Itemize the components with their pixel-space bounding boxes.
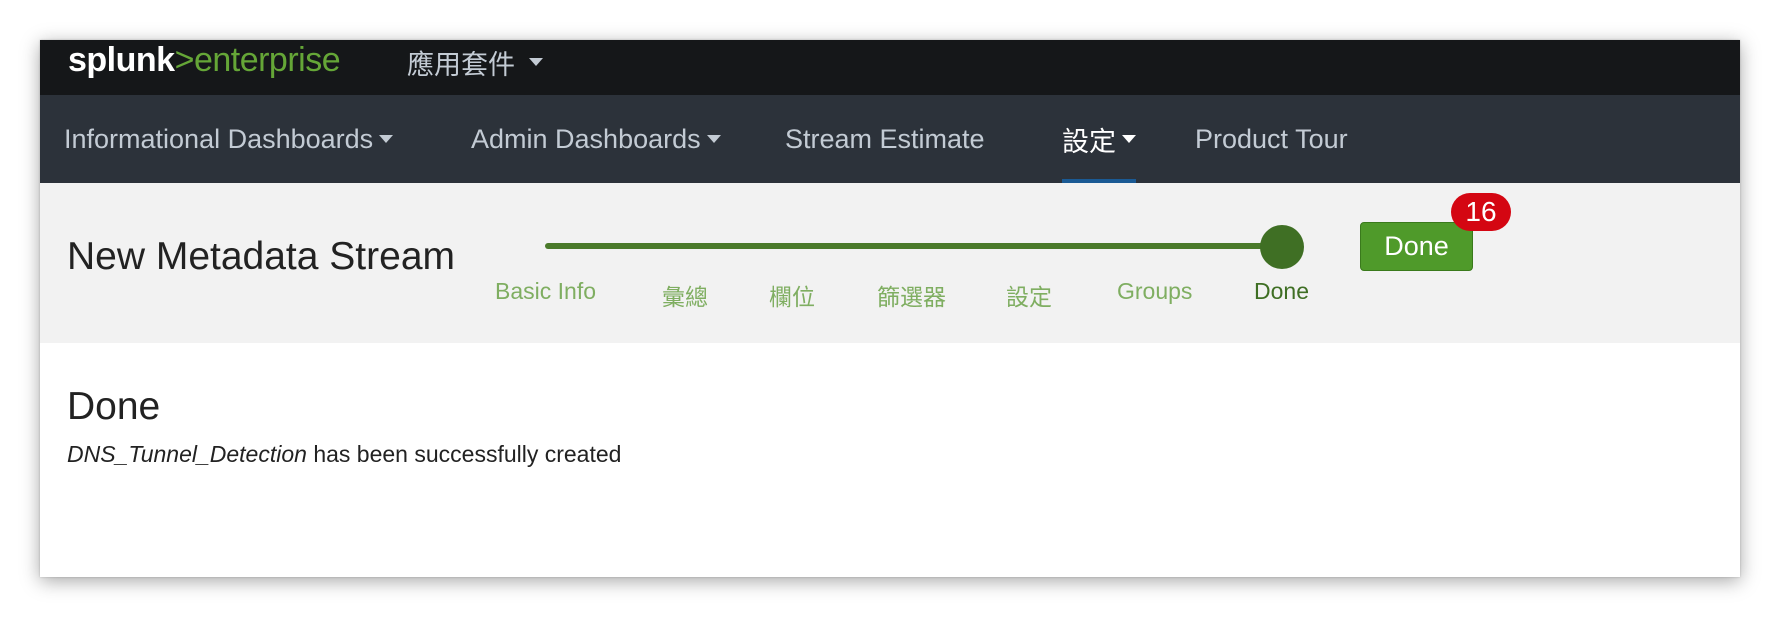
nav-settings[interactable]: 設定 [1062,95,1136,183]
nav-product-tour[interactable]: Product Tour [1195,95,1348,183]
apps-menu-label: 應用套件 [407,49,515,80]
splunk-logo[interactable]: splunk > enterprise [68,40,341,82]
wizard-current-step-dot [1260,225,1304,269]
nav-informational-dashboards[interactable]: Informational Dashboards [64,95,394,183]
wizard-progress-track [545,243,1270,249]
nav-stream-estimate[interactable]: Stream Estimate [785,95,985,183]
chevron-down-icon [529,58,543,66]
notification-count-badge: 16 [1451,193,1511,231]
wizard-step-done: Done [1254,278,1309,304]
success-message: DNS_Tunnel_Detection has been successful… [67,441,621,468]
wizard-step-settings[interactable]: 設定 [1006,278,1052,312]
chevron-down-icon [379,135,394,143]
wizard-step-groups[interactable]: Groups [1117,278,1192,305]
wizard-step-basic-info[interactable]: Basic Info [495,278,596,305]
chevron-down-icon [706,135,721,143]
wizard-step-filters[interactable]: 篩選器 [877,278,946,312]
wizard-header: New Metadata Stream Basic Info 彙總 欄位 篩選器… [40,183,1740,343]
stream-name: DNS_Tunnel_Detection [67,441,307,467]
apps-menu[interactable]: 應用套件 [407,42,543,82]
nav-admin-dashboards[interactable]: Admin Dashboards [471,95,721,183]
browser-window: splunk > enterprise 應用套件 Informational Das… [40,40,1740,577]
splunk-top-bar: splunk > enterprise 應用套件 [40,40,1740,95]
content-heading: Done [67,385,161,428]
wizard-step-aggregation[interactable]: 彙總 [662,278,708,312]
page-title: New Metadata Stream [67,235,456,278]
wizard-step-fields[interactable]: 欄位 [769,278,815,312]
chevron-down-icon [1122,135,1136,143]
done-button[interactable]: Done [1360,222,1473,271]
success-text: has been successfully created [313,441,622,467]
app-navigation-bar: Informational Dashboards Admin Dashboard… [40,95,1740,183]
